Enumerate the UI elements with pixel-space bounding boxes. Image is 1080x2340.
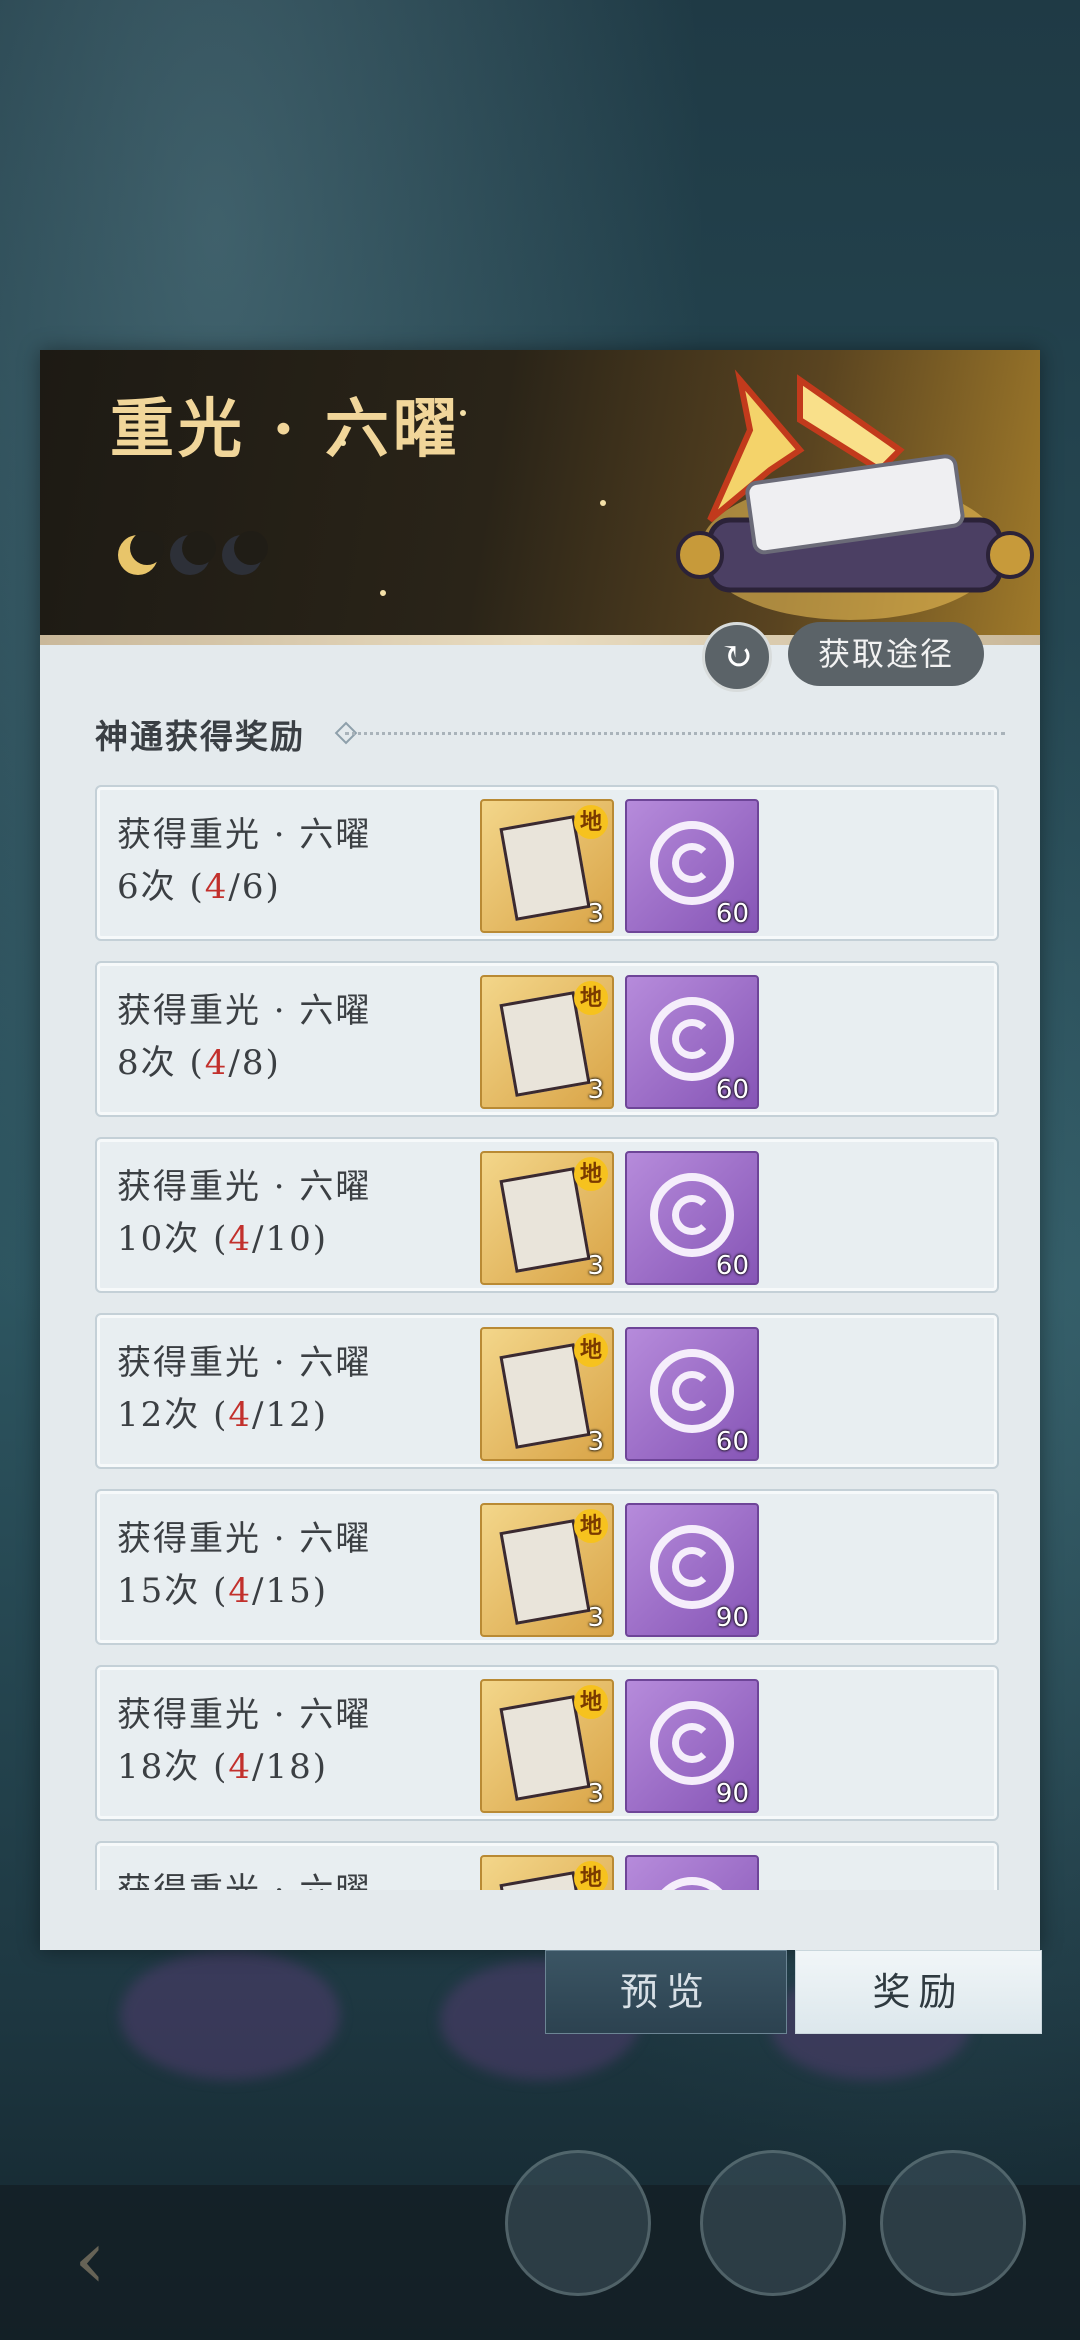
bottom-nav-icon[interactable]	[880, 2150, 1026, 2296]
item-count: 3	[587, 1427, 604, 1457]
sparkle	[460, 410, 466, 416]
reward-item-skill-book[interactable]: 地 3	[480, 1327, 614, 1461]
reward-item-skill-book[interactable]: 地 3	[480, 799, 614, 933]
grade-badge: 地	[574, 981, 608, 1015]
item-count: 60	[715, 1427, 749, 1457]
divider	[345, 732, 1005, 735]
sparkle	[380, 590, 386, 596]
grade-badge: 地	[574, 805, 608, 839]
reward-text: 获得重光 · 六曜 12次 (4/12)	[117, 1337, 371, 1441]
reward-list[interactable]: 获得重光 · 六曜 6次 (4/6) 地 3 60 获得重光 · 六曜 8次 (…	[40, 775, 1040, 1890]
reward-text: 获得重光 · 六曜 15次 (4/15)	[117, 1513, 371, 1617]
reward-item-skill-book[interactable]: 地 3	[480, 975, 614, 1109]
star-rating	[118, 531, 268, 575]
reward-item-token[interactable]: 60	[625, 799, 759, 933]
reward-row: 获得重光 · 六曜 10次 (4/10) 地 3 60	[95, 1137, 999, 1293]
reward-row: 获得重光 · 六曜 8次 (4/8) 地 3 60	[95, 961, 999, 1117]
item-count: 3	[587, 1779, 604, 1809]
item-count: 90	[715, 1779, 749, 1809]
source-button[interactable]: 获取途径	[788, 622, 984, 686]
item-count: 3	[587, 899, 604, 929]
reward-item-token[interactable]: 60	[625, 975, 759, 1109]
reward-progress: 15次 (4/15)	[117, 1571, 328, 1611]
sparkle	[340, 440, 346, 446]
moon-icon	[170, 531, 216, 575]
grade-badge: 地	[574, 1333, 608, 1367]
reward-item-skill-book[interactable]: 地 3	[480, 1503, 614, 1637]
scroll-art-icon	[676, 369, 1034, 620]
reward-progress: 8次 (4/8)	[117, 1043, 281, 1083]
item-count: 60	[715, 1075, 749, 1105]
moon-icon	[118, 531, 164, 575]
reward-item-token[interactable]: 90	[625, 1503, 759, 1637]
bottom-nav-icon[interactable]	[700, 2150, 846, 2296]
item-count: 3	[587, 1251, 604, 1281]
swirl-token-icon	[650, 1525, 734, 1609]
swirl-token-icon	[650, 1701, 734, 1785]
reward-item-token[interactable]: 60	[625, 1151, 759, 1285]
reward-text: 获得重光 · 六曜 10次 (4/10)	[117, 1161, 371, 1265]
reward-label: 获得重光 · 六曜	[117, 991, 372, 1031]
reward-item-token[interactable]: 60	[625, 1327, 759, 1461]
reward-label: 获得重光 · 六曜	[117, 1167, 372, 1207]
reward-progress: 12次 (4/12)	[117, 1395, 328, 1435]
reward-progress: 10次 (4/10)	[117, 1219, 328, 1259]
reward-label: 获得重光 · 六曜	[117, 1695, 372, 1735]
grade-badge: 地	[574, 1157, 608, 1191]
swirl-token-icon	[650, 997, 734, 1081]
refresh-icon[interactable]: ↻	[702, 622, 772, 692]
reward-item-token[interactable]: 90	[625, 1679, 759, 1813]
reward-item-skill-book[interactable]: 地	[480, 1855, 614, 1890]
panel-header: 重光 · 六曜	[40, 350, 1040, 645]
item-count: 3	[587, 1603, 604, 1633]
reward-text: 获得重光 · 六曜 6次 (4/6)	[117, 809, 371, 913]
tab-reward[interactable]: 奖励	[795, 1950, 1042, 2034]
item-count: 60	[715, 1251, 749, 1281]
item-count: 90	[715, 1603, 749, 1633]
reward-row: 获得重光 · 六曜 12次 (4/12) 地 3 60	[95, 1313, 999, 1469]
reward-text: 获得重光 · 六曜	[117, 1865, 371, 1890]
reward-row: 获得重光 · 六曜 6次 (4/6) 地 3 60	[95, 785, 999, 941]
reward-item-skill-book[interactable]: 地 3	[480, 1151, 614, 1285]
reward-row: 获得重光 · 六曜 地	[95, 1841, 999, 1890]
item-count: 60	[715, 899, 749, 929]
item-count: 3	[587, 1075, 604, 1105]
grade-badge: 地	[574, 1861, 608, 1890]
swirl-token-icon	[650, 821, 734, 905]
reward-text: 获得重光 · 六曜 18次 (4/18)	[117, 1689, 371, 1793]
reward-panel: 重光 · 六曜 ↻ 获取途径 神通获得奖励 获得重光 · 六曜 6次 (4/6)	[40, 350, 1040, 1950]
reward-row: 获得重光 · 六曜 15次 (4/15) 地 3 90	[95, 1489, 999, 1645]
grade-badge: 地	[574, 1509, 608, 1543]
reward-item-token[interactable]	[625, 1855, 759, 1890]
swirl-token-icon	[650, 1349, 734, 1433]
reward-item-skill-book[interactable]: 地 3	[480, 1679, 614, 1813]
reward-label: 获得重光 · 六曜	[117, 1865, 371, 1890]
reward-label: 获得重光 · 六曜	[117, 1519, 372, 1559]
back-arrow-icon[interactable]: ‹	[40, 2215, 140, 2305]
reward-label: 获得重光 · 六曜	[117, 1343, 372, 1383]
swirl-token-icon	[650, 1877, 734, 1890]
sparkle	[600, 500, 606, 506]
tab-preview[interactable]: 预览	[545, 1950, 787, 2034]
reward-progress: 6次 (4/6)	[117, 867, 281, 907]
page-title: 重光 · 六曜	[110, 392, 461, 467]
reward-progress: 18次 (4/18)	[117, 1747, 328, 1787]
background-character	[120, 1950, 340, 2080]
reward-row: 获得重光 · 六曜 18次 (4/18) 地 3 90	[95, 1665, 999, 1821]
grade-badge: 地	[574, 1685, 608, 1719]
reward-text: 获得重光 · 六曜 8次 (4/8)	[117, 985, 371, 1089]
bottom-nav-icon[interactable]	[505, 2150, 651, 2296]
section-title: 神通获得奖励	[95, 717, 305, 756]
reward-label: 获得重光 · 六曜	[117, 815, 372, 855]
moon-icon	[222, 531, 268, 575]
swirl-token-icon	[650, 1173, 734, 1257]
